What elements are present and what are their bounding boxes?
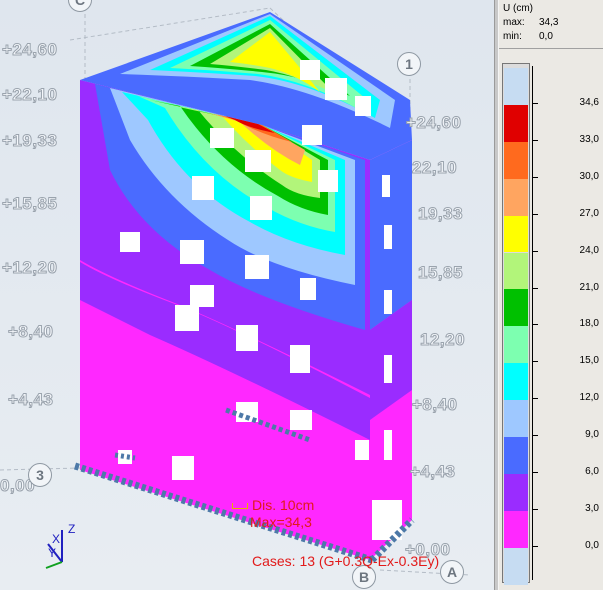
scale-tick-label: 3,0 xyxy=(585,502,599,514)
scale-tick xyxy=(533,176,538,178)
scale-tick-label: 27,0 xyxy=(579,207,599,219)
scale-band xyxy=(504,473,528,511)
scale-tick-label: 30,0 xyxy=(579,170,599,182)
scale-tick-label: 24,0 xyxy=(579,244,599,256)
color-scale xyxy=(502,63,530,585)
scale-tick-label: 18,0 xyxy=(579,318,599,330)
scale-tick xyxy=(533,250,538,252)
scale-tick xyxy=(533,213,538,215)
legend-min-value: 0,0 xyxy=(539,31,553,42)
level-label-right-3: 19,33 xyxy=(417,204,464,224)
level-label-left-2: +22,10 xyxy=(1,85,58,105)
level-label-left-3: +19,33 xyxy=(1,131,58,151)
load-case-label: Cases: 13 (G+0.3Q-Ex-0.3Ey) xyxy=(252,553,440,569)
scale-band xyxy=(504,547,528,585)
legend-max-row: max: 34,3 xyxy=(503,17,558,28)
level-label-left-1: +24,60 xyxy=(1,40,58,60)
legend-max-value: 34,3 xyxy=(539,17,559,28)
scale-tick xyxy=(533,139,538,141)
triad-x-label: X xyxy=(52,532,61,546)
scale-band xyxy=(504,289,528,327)
scale-tick-label: 6,0 xyxy=(585,466,599,477)
scale-band xyxy=(504,215,528,253)
scale-band xyxy=(504,68,528,105)
scale-tick xyxy=(533,103,538,104)
scale-band xyxy=(504,437,528,474)
left-facade xyxy=(80,80,370,560)
level-label-left-7: +4,43 xyxy=(8,390,54,410)
legend-separator xyxy=(499,48,603,49)
scale-tick xyxy=(533,545,538,547)
scale-tick-label: 0,0 xyxy=(585,539,599,551)
scale-tick xyxy=(533,508,538,510)
level-label-right-1: +24,60 xyxy=(405,113,462,133)
scale-tick xyxy=(533,435,538,437)
scale-band xyxy=(504,141,528,179)
level-label-left-5: +12,20 xyxy=(1,258,58,278)
level-label-right-6: +8,40 xyxy=(412,395,458,415)
legend-quantity: U (cm) xyxy=(503,3,533,14)
legend-min-label: min: xyxy=(503,31,522,42)
axis-triad: Z X Y xyxy=(40,522,80,572)
scale-band xyxy=(504,363,528,401)
level-label-left-6: +8,40 xyxy=(8,322,54,342)
axis-bubble-3: 3 xyxy=(28,463,52,487)
level-label-left-4: +15,85 xyxy=(1,194,58,214)
scale-tick xyxy=(533,287,538,289)
legend-max-label: max: xyxy=(503,17,525,28)
dis-label: Dis. 10cm xyxy=(252,497,315,513)
scale-band xyxy=(504,178,528,216)
scale-bar-icon xyxy=(232,503,248,510)
scale-tick-label: 21,0 xyxy=(579,281,599,293)
level-label-right-4: 15,85 xyxy=(417,263,464,283)
model-viewport[interactable]: +24,60 +22,10 +19,33 +15,85 +12,20 +8,40… xyxy=(0,0,494,590)
scale-tick xyxy=(533,324,538,326)
legend-panel: U (cm) max: 34,3 min: 0,0 34,6 33,0 30,0 27… xyxy=(499,0,603,590)
scale-band xyxy=(504,510,528,548)
level-label-right-5: 12,20 xyxy=(419,330,466,350)
scale-tick xyxy=(533,472,538,473)
legend-min-row: min: 0,0 xyxy=(503,31,553,42)
scale-tick-label: 12,0 xyxy=(579,392,599,404)
scale-tick-label: 15,0 xyxy=(579,355,599,367)
scale-band xyxy=(504,252,528,290)
scale-tick-label: 34,6 xyxy=(579,97,599,108)
scale-tick-label: 9,0 xyxy=(585,429,599,441)
max-label: Max=34,3 xyxy=(250,514,312,530)
scale-band xyxy=(504,104,528,142)
scale-axis-line xyxy=(532,66,533,580)
right-facade xyxy=(370,140,412,560)
scale-tick-label: 33,0 xyxy=(579,133,599,145)
level-label-right-2: 22,10 xyxy=(411,158,458,178)
scale-band xyxy=(504,326,528,364)
axis-bubble-a: A xyxy=(440,560,464,584)
displacement-scale-indicator: Dis. 10cm xyxy=(232,497,314,513)
level-label-right-7: +4,43 xyxy=(410,462,456,482)
scale-tick xyxy=(533,361,538,363)
axis-bubble-1: 1 xyxy=(397,52,421,76)
triad-z-label: Z xyxy=(68,522,76,536)
scale-band xyxy=(504,400,528,437)
triad-y-label: Y xyxy=(48,546,57,560)
scale-tick xyxy=(533,398,538,400)
